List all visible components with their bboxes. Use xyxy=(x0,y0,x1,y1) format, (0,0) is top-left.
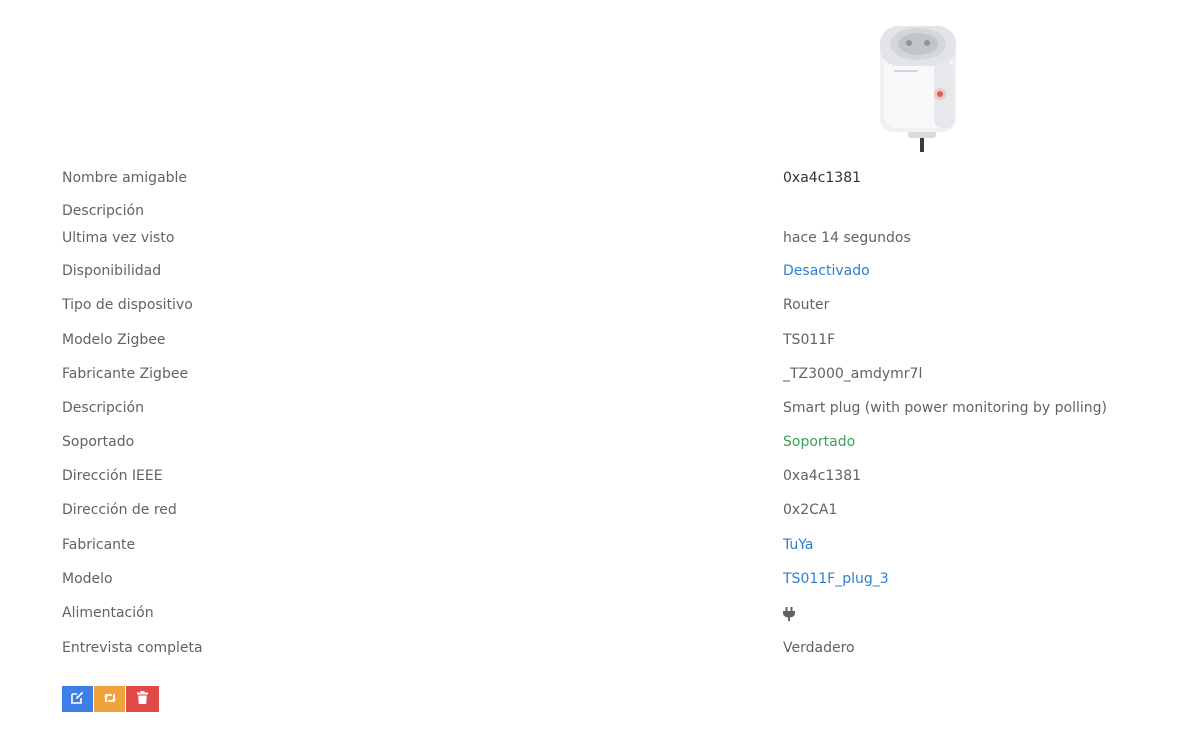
label-device-type: Tipo de dispositivo xyxy=(62,297,193,313)
row-availability: Disponibilidad Desactivado xyxy=(62,260,1162,282)
value-model-link[interactable]: TS011F_plug_3 xyxy=(783,568,889,590)
row-last-seen: Ultima vez visto hace 14 segundos xyxy=(62,227,1162,249)
value-supported: Soportado xyxy=(783,434,856,450)
row-ieee-address: Dirección IEEE 0xa4c1381 xyxy=(62,465,1162,487)
value-network-address: 0x2CA1 xyxy=(783,502,838,518)
device-info-page: Nombre amigable 0xa4c1381 Descripción Ul… xyxy=(0,0,1189,749)
value-model-description: Smart plug (with power monitoring by pol… xyxy=(783,400,1107,416)
label-ieee-address: Dirección IEEE xyxy=(62,468,163,484)
label-zigbee-manufacturer: Fabricante Zigbee xyxy=(62,366,189,382)
row-description: Descripción xyxy=(62,200,1162,222)
row-manufacturer: Fabricante TuYa xyxy=(62,534,1162,556)
smart-plug-image xyxy=(862,22,970,156)
label-interview-completed: Entrevista completa xyxy=(62,640,203,656)
value-zigbee-manufacturer: _TZ3000_amdymr7l xyxy=(783,366,923,382)
label-supported: Soportado xyxy=(62,434,135,450)
row-power-source: Alimentación xyxy=(62,602,1162,624)
label-last-seen: Ultima vez visto xyxy=(62,230,175,246)
reconfigure-button[interactable] xyxy=(94,686,125,712)
value-device-type: Router xyxy=(783,297,830,313)
edit-button[interactable] xyxy=(62,686,93,712)
label-power-source: Alimentación xyxy=(62,605,154,621)
value-ieee-address: 0xa4c1381 xyxy=(783,468,862,484)
row-network-address: Dirección de red 0x2CA1 xyxy=(62,499,1162,521)
plug-icon xyxy=(783,602,795,621)
retweet-icon xyxy=(103,692,117,707)
label-model: Modelo xyxy=(62,571,113,587)
label-model-description: Descripción xyxy=(62,400,144,416)
row-friendly-name: Nombre amigable 0xa4c1381 xyxy=(62,167,1162,189)
row-zigbee-manufacturer: Fabricante Zigbee _TZ3000_amdymr7l xyxy=(62,363,1162,385)
value-friendly-name: 0xa4c1381 xyxy=(783,170,862,186)
trash-icon xyxy=(137,691,148,707)
label-zigbee-model: Modelo Zigbee xyxy=(62,332,166,348)
label-availability: Disponibilidad xyxy=(62,263,162,279)
value-manufacturer-link[interactable]: TuYa xyxy=(783,534,814,556)
edit-icon xyxy=(71,691,84,707)
row-model: Modelo TS011F_plug_3 xyxy=(62,568,1162,590)
row-device-type: Tipo de dispositivo Router xyxy=(62,294,1162,316)
delete-button[interactable] xyxy=(126,686,159,712)
label-description: Descripción xyxy=(62,203,144,219)
row-supported: Soportado Soportado xyxy=(62,431,1162,453)
row-interview-completed: Entrevista completa Verdadero xyxy=(62,637,1162,659)
row-zigbee-model: Modelo Zigbee TS011F xyxy=(62,329,1162,351)
value-last-seen: hace 14 segundos xyxy=(783,230,911,246)
value-interview-completed: Verdadero xyxy=(783,640,855,656)
value-zigbee-model: TS011F xyxy=(783,332,836,348)
value-availability-link[interactable]: Desactivado xyxy=(783,260,870,282)
label-network-address: Dirección de red xyxy=(62,502,177,518)
label-manufacturer: Fabricante xyxy=(62,537,136,553)
label-friendly-name: Nombre amigable xyxy=(62,170,188,186)
device-actions xyxy=(62,686,159,712)
row-model-description: Descripción Smart plug (with power monit… xyxy=(62,397,1162,419)
